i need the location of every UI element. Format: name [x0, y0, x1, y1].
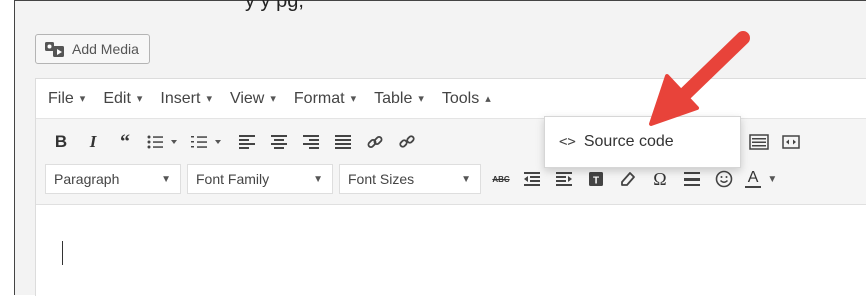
menu-file[interactable]: File ▾: [48, 90, 85, 108]
chevron-down-icon: ▼: [161, 173, 171, 185]
emoji-button[interactable]: [710, 164, 738, 194]
code-icon: <>: [559, 134, 576, 150]
special-char-icon: Ω: [653, 168, 667, 189]
toolbar-row-2: Paragraph ▼ Font Family ▼ Font Sizes ▼ ABC …: [36, 163, 866, 195]
chevron-down-icon: ▾: [136, 93, 143, 105]
italic-button[interactable]: I: [80, 127, 106, 157]
align-center-button[interactable]: [266, 127, 292, 157]
bold-button[interactable]: B: [48, 127, 74, 157]
menu-file-label: File: [48, 89, 74, 107]
media-icon: [45, 42, 64, 57]
font-family-select-label: Font Family: [196, 171, 270, 187]
chevron-down-icon: ▾: [350, 93, 357, 105]
font-sizes-select[interactable]: Font Sizes ▼: [339, 164, 481, 194]
menu-view-label: View: [229, 89, 265, 107]
red-annotation-arrow: [649, 31, 750, 126]
fullscreen-icon: [782, 135, 800, 149]
text-color-icon: A: [744, 170, 762, 188]
strikethrough-icon: ABC: [492, 174, 510, 184]
fullscreen-button[interactable]: [778, 127, 804, 157]
horizontal-rule-button[interactable]: [678, 164, 706, 194]
special-character-button[interactable]: Ω: [646, 164, 674, 194]
keyboard-icon: [749, 134, 769, 150]
menu-format[interactable]: Format ▾: [294, 90, 356, 108]
menu-tools-label: Tools: [441, 89, 480, 107]
svg-text:T: T: [593, 176, 599, 187]
text-cursor: [62, 241, 63, 265]
chevron-down-icon: ▾: [206, 93, 212, 105]
menu-view[interactable]: View ▾: [230, 90, 276, 108]
menu-table[interactable]: Table ▾: [374, 90, 424, 108]
menu-insert-label: Insert: [160, 89, 201, 107]
header-fragment: y y pg,: [245, 0, 304, 12]
indent-icon: [556, 172, 572, 186]
outdent-icon: [524, 172, 540, 186]
editor-content-area[interactable]: [36, 205, 866, 297]
add-media-button[interactable]: Add Media: [35, 34, 150, 64]
menu-table-label: Table: [374, 89, 413, 107]
strikethrough-button[interactable]: ABC: [488, 164, 514, 194]
chevron-down-icon: ▼: [767, 173, 778, 185]
font-sizes-select-label: Font Sizes: [348, 171, 415, 187]
align-justify-button[interactable]: [330, 127, 356, 157]
horizontal-rule-icon: [684, 172, 700, 186]
link-button[interactable]: [362, 127, 388, 157]
align-right-icon: [303, 135, 319, 149]
numbered-list-icon: [191, 136, 221, 148]
font-family-select[interactable]: Font Family ▼: [187, 164, 333, 194]
bullet-list-button[interactable]: [144, 127, 184, 157]
add-media-label: Add Media: [72, 41, 139, 57]
chevron-down-icon: ▾: [418, 93, 424, 105]
clear-format-button[interactable]: [614, 164, 642, 194]
paste-text-button[interactable]: T: [582, 164, 610, 194]
menu-format-label: Format: [293, 89, 345, 107]
italic-icon: I: [89, 132, 97, 151]
chevron-down-icon: ▾: [270, 93, 276, 105]
blockquote-icon: “: [120, 130, 130, 153]
menu-tools[interactable]: Tools ▴: [442, 90, 491, 108]
numbered-list-button[interactable]: [188, 127, 228, 157]
paragraph-select[interactable]: Paragraph ▼: [45, 164, 181, 194]
chevron-down-icon: ▾: [79, 93, 86, 105]
editor-frame: y y pg, Add Media File ▾ Edit ▾ Insert ▾ Vi…: [14, 0, 866, 297]
align-left-icon: [239, 135, 255, 149]
menu-insert[interactable]: Insert ▾: [160, 90, 212, 108]
link-icon: [367, 136, 383, 148]
menu-edit[interactable]: Edit ▾: [103, 90, 142, 108]
bullet-list-icon: [147, 135, 177, 149]
align-center-icon: [271, 135, 287, 149]
menu-edit-label: Edit: [103, 89, 131, 107]
outdent-button[interactable]: [518, 164, 546, 194]
unlink-icon: [399, 135, 415, 148]
indent-button[interactable]: [550, 164, 578, 194]
bold-icon: B: [54, 132, 68, 151]
clear-format-icon: [621, 172, 635, 186]
chevron-down-icon: ▼: [313, 173, 323, 185]
paragraph-select-label: Paragraph: [54, 171, 120, 187]
align-right-button[interactable]: [298, 127, 324, 157]
chevron-up-icon: ▴: [485, 93, 491, 105]
unlink-button[interactable]: [394, 127, 420, 157]
text-color-button[interactable]: A ▼: [742, 164, 780, 194]
blockquote-button[interactable]: “: [112, 127, 138, 157]
paste-text-icon: T: [589, 172, 603, 187]
emoji-icon: [715, 170, 733, 188]
align-left-button[interactable]: [234, 127, 260, 157]
align-justify-icon: [335, 135, 351, 149]
chevron-down-icon: ▼: [461, 173, 471, 185]
